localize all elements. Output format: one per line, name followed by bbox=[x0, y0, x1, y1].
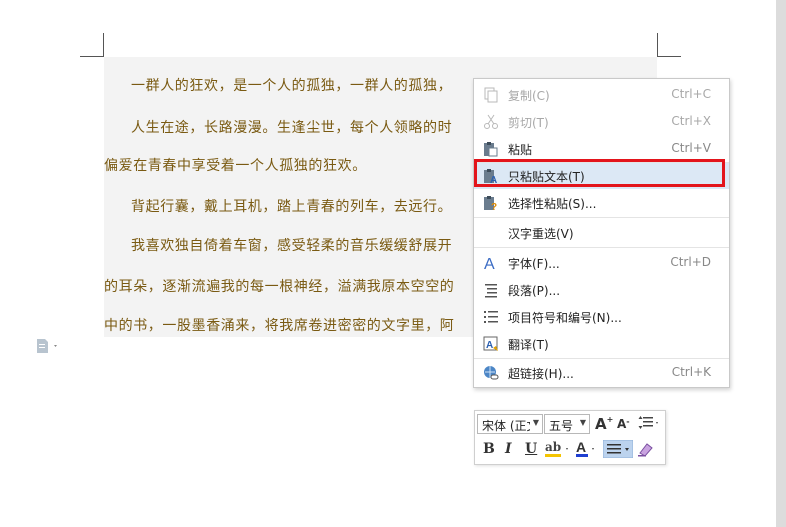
menu-item-cut[interactable]: 剪切(T) Ctrl+X bbox=[474, 109, 729, 135]
font-name-value: 宋体 (正文) bbox=[482, 419, 530, 433]
menu-item-label: 字体(F)... bbox=[508, 257, 560, 271]
format-painter-button[interactable] bbox=[637, 441, 655, 461]
menu-item-shortcut: Ctrl+V bbox=[671, 141, 711, 155]
menu-item-label: 项目符号和编号(N)... bbox=[508, 311, 622, 325]
italic-button[interactable]: I bbox=[505, 441, 512, 457]
svg-text:ab: ab bbox=[545, 440, 561, 454]
eraser-icon bbox=[638, 443, 653, 457]
svg-text:A: A bbox=[486, 340, 493, 351]
copy-icon bbox=[483, 87, 499, 103]
menu-item-copy[interactable]: 复制(C) Ctrl+C bbox=[474, 82, 729, 108]
svg-text:A: A bbox=[576, 439, 586, 455]
hyperlink-icon bbox=[483, 365, 499, 381]
chevron-down-icon: ▼ bbox=[532, 418, 539, 427]
menu-item-label: 选择性粘贴(S)... bbox=[508, 197, 597, 211]
font-size-value: 五号 bbox=[549, 419, 574, 433]
align-justify-icon bbox=[602, 439, 634, 459]
menu-item-bullets-numbering[interactable]: 项目符号和编号(N)... bbox=[474, 304, 729, 330]
menu-separator bbox=[474, 247, 729, 248]
translate-icon: A bbox=[483, 336, 499, 352]
svg-text:A: A bbox=[484, 256, 495, 271]
paragraph-4[interactable]: 我喜欢独自倚着车窗，感受轻柔的音乐缓缓舒展开 bbox=[131, 238, 452, 254]
menu-item-hyperlink[interactable]: 超链接(H)... Ctrl+K bbox=[474, 360, 729, 386]
crop-mark-top-left-v bbox=[103, 33, 104, 57]
menu-item-translate[interactable]: A 翻译(T) bbox=[474, 331, 729, 357]
menu-item-label: 段落(P)... bbox=[508, 284, 561, 298]
chevron-down-icon: ▼ bbox=[579, 418, 586, 427]
align-button[interactable] bbox=[602, 439, 634, 462]
list-icon bbox=[483, 309, 499, 325]
line-spacing-button[interactable] bbox=[638, 415, 660, 435]
line-spacing-icon bbox=[638, 416, 658, 429]
menu-item-shortcut: Ctrl+C bbox=[671, 87, 711, 101]
crop-mark-top-right-v bbox=[657, 33, 658, 57]
paragraph-2-cont[interactable]: 偏爱在青春中享受着一个人孤独的狂欢。 bbox=[104, 158, 367, 174]
highlighter-icon: ab bbox=[545, 440, 568, 457]
font-color-button[interactable]: A bbox=[575, 439, 599, 463]
paragraph-4-cont-1[interactable]: 的耳朵，逐渐流遍我的每一根神经，溢满我原本空空的 bbox=[104, 279, 454, 295]
underline-button[interactable]: U bbox=[525, 441, 537, 457]
menu-item-reselect-hanzi[interactable]: 汉字重选(V) bbox=[474, 220, 729, 246]
shrink-font-button[interactable]: A- bbox=[617, 417, 630, 431]
menu-item-label: 复制(C) bbox=[508, 89, 550, 103]
context-menu: 复制(C) Ctrl+C 剪切(T) Ctrl+X 粘贴 Ctrl+V A 只粘… bbox=[473, 78, 730, 388]
menu-item-paragraph[interactable]: 段落(P)... bbox=[474, 277, 729, 303]
menu-item-font[interactable]: A 字体(F)... Ctrl+D bbox=[474, 250, 729, 276]
menu-item-shortcut: Ctrl+K bbox=[671, 365, 711, 379]
menu-item-paste-special[interactable]: ? 选择性粘贴(S)... bbox=[474, 190, 729, 216]
font-icon: A bbox=[483, 255, 499, 273]
font-color-icon: A bbox=[576, 439, 594, 457]
menu-item-shortcut: Ctrl+D bbox=[670, 255, 711, 269]
menu-separator bbox=[474, 217, 729, 218]
paste-special-icon: ? bbox=[483, 195, 499, 213]
paste-options-icon[interactable] bbox=[36, 338, 60, 353]
menu-item-label: 汉字重选(V) bbox=[508, 227, 574, 241]
svg-text:?: ? bbox=[491, 202, 497, 211]
paragraph-1[interactable]: 一群人的狂欢，是一个人的孤独，一群人的孤独， bbox=[131, 78, 452, 94]
highlight-box bbox=[474, 159, 725, 187]
menu-separator bbox=[474, 358, 729, 359]
paragraph-icon bbox=[483, 282, 499, 298]
highlight-button[interactable]: ab bbox=[544, 439, 572, 463]
paragraph-2[interactable]: 人生在途，长路漫漫。生逢尘世，每个人领略的时 bbox=[131, 120, 452, 136]
mini-format-toolbar: 宋体 (正文) ▼ 五号 ▼ A+ A- B I U ab A bbox=[474, 410, 666, 465]
font-size-select[interactable]: 五号 ▼ bbox=[544, 414, 590, 434]
menu-item-shortcut: Ctrl+X bbox=[671, 114, 711, 128]
grow-font-button[interactable]: A+ bbox=[595, 415, 613, 433]
menu-item-label: 粘贴 bbox=[508, 143, 533, 157]
menu-item-label: 翻译(T) bbox=[508, 338, 549, 352]
paragraph-3[interactable]: 背起行囊，戴上耳机，踏上青春的列车，去远行。 bbox=[131, 199, 452, 215]
menu-item-label: 剪切(T) bbox=[508, 116, 549, 130]
menu-item-label: 超链接(H)... bbox=[508, 367, 574, 381]
bold-button[interactable]: B bbox=[483, 441, 495, 457]
crop-mark-top-right-h bbox=[657, 56, 681, 57]
paste-icon bbox=[483, 141, 499, 157]
font-name-select[interactable]: 宋体 (正文) ▼ bbox=[477, 414, 543, 434]
crop-mark-top-left-h bbox=[80, 56, 104, 57]
cut-icon bbox=[483, 114, 499, 130]
vertical-scrollbar[interactable] bbox=[776, 0, 786, 527]
paragraph-4-cont-2[interactable]: 中的书，一股墨香涌来，将我席卷进密密的文字里，阿 bbox=[104, 318, 454, 334]
